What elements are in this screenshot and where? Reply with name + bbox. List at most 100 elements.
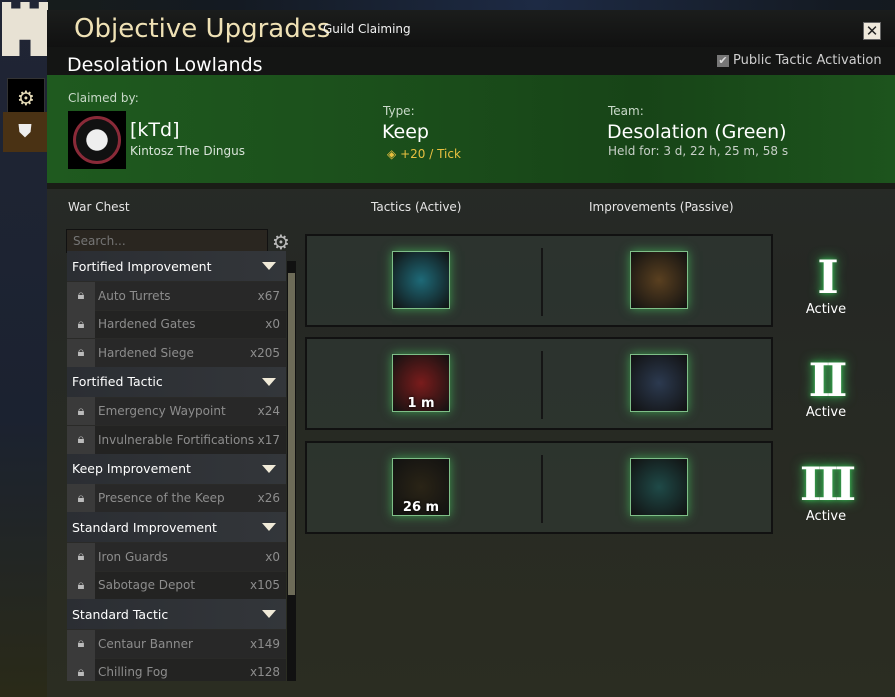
item-count: x24 [257, 404, 280, 419]
tier-numeral: III [799, 457, 857, 511]
tick-income: ◈ +20 / Tick [387, 147, 461, 161]
tactic-timer: 1 m [407, 396, 435, 411]
collapse-arrow-icon[interactable] [262, 464, 276, 473]
tier-numeral: I [817, 250, 839, 304]
tick-unit: / Tick [429, 147, 461, 161]
guild-emblem [68, 111, 126, 169]
lock-icon: 🔒︎ [67, 658, 95, 681]
divider [541, 455, 543, 523]
item-name: Invulnerable Fortifications [98, 432, 255, 447]
item-count: x205 [249, 345, 280, 360]
side-tabs: ⚙ ⛊ [0, 0, 48, 697]
list-item[interactable]: 🔒︎ Auto Turrets x67 [67, 281, 286, 310]
lock-icon: 🔒︎ [67, 338, 95, 367]
list-item[interactable]: 🔒︎ Invulnerable Fortifications x17 [67, 425, 286, 454]
collapse-arrow-icon[interactable] [262, 610, 276, 618]
lock-icon: 🔒︎ [67, 629, 95, 658]
item-name: Chilling Fog [98, 665, 168, 680]
tier-status: Active [805, 302, 847, 317]
item-name: Sabotage Depot [98, 578, 196, 593]
objective-upgrades-window: Objective Upgrades Guild Claiming ✕ Deso… [47, 10, 895, 697]
category-label: Keep Improvement [72, 461, 191, 476]
war-chest-header: War Chest [68, 200, 130, 214]
tier-status: Active [805, 509, 847, 524]
divider [541, 351, 543, 419]
public-tactic-activation-checkbox[interactable]: ✔ Public Tactic Activation [717, 53, 882, 68]
category-header[interactable]: Keep Improvement [67, 453, 286, 484]
checkbox-icon[interactable]: ✔ [717, 54, 729, 67]
item-name: Centaur Banner [98, 636, 193, 651]
tactics-header: Tactics (Active) [371, 200, 462, 214]
tier-row: 1 m [305, 337, 773, 430]
lock-icon: 🔒︎ [67, 484, 95, 513]
lock-icon: 🔒︎ [67, 542, 95, 571]
improvement-slot[interactable] [630, 354, 688, 412]
collapse-arrow-icon[interactable] [262, 523, 276, 531]
item-count: x26 [257, 491, 280, 506]
checkbox-label: Public Tactic Activation [733, 53, 882, 68]
tactic-slot[interactable]: 1 m [392, 354, 450, 412]
tier-status: Active [805, 405, 847, 420]
item-count: x67 [257, 288, 280, 303]
item-name: Hardened Siege [98, 345, 194, 360]
category-header[interactable]: Fortified Improvement [67, 251, 286, 281]
tier-numeral: II [808, 353, 847, 407]
war-chest-list: Fortified Improvement 🔒︎ Auto Turrets x67 🔒︎… [67, 251, 286, 681]
list-item[interactable]: 🔒︎ Chilling Fog x128 [67, 657, 286, 681]
lock-icon: 🔒︎ [67, 397, 95, 426]
lock-icon: 🔒︎ [67, 310, 95, 339]
tier-indicator: III Active [795, 459, 857, 524]
category-label: Fortified Improvement [72, 258, 212, 274]
item-name: Auto Turrets [98, 288, 171, 303]
tier-indicator: I Active [795, 252, 857, 317]
item-count: x0 [265, 549, 280, 564]
list-item[interactable]: 🔒︎ Emergency Waypoint x24 [67, 396, 286, 426]
improvements-header: Improvements (Passive) [589, 200, 734, 214]
item-count: x105 [249, 578, 280, 593]
category-header[interactable]: Fortified Tactic [67, 366, 286, 397]
scrollbar-thumb[interactable] [288, 273, 295, 595]
tick-amount: +20 [400, 147, 426, 161]
guild-name: Kintosz The Dingus [130, 144, 246, 158]
improvement-slot[interactable] [630, 458, 688, 516]
list-item[interactable]: 🔒︎ Iron Guards x0 [67, 542, 286, 571]
collapse-arrow-icon[interactable] [262, 262, 276, 270]
tactic-slot[interactable] [392, 251, 450, 309]
list-item[interactable]: 🔒︎ Sabotage Depot x105 [67, 570, 286, 600]
tier-row [305, 234, 773, 327]
item-count: x0 [265, 317, 280, 332]
type-label: Type: [383, 104, 415, 118]
tier-row: 26 m [305, 441, 773, 534]
tower-icon [2, 2, 48, 56]
team-label: Team: [608, 104, 644, 118]
lock-icon: 🔒︎ [67, 425, 95, 454]
list-item[interactable]: 🔒︎ Hardened Gates x0 [67, 309, 286, 339]
category-label: Fortified Tactic [72, 374, 163, 389]
objective-type: Keep [382, 121, 429, 143]
category-label: Standard Improvement [72, 519, 217, 535]
improvement-slot[interactable] [630, 251, 688, 309]
close-icon[interactable]: ✕ [863, 22, 881, 40]
item-count: x17 [257, 432, 280, 447]
item-name: Presence of the Keep [98, 491, 225, 506]
collapse-arrow-icon[interactable] [262, 377, 276, 386]
category-header[interactable]: Standard Improvement [67, 512, 286, 542]
tactic-slot[interactable]: 26 m [392, 458, 450, 516]
team-name: Desolation (Green) [607, 121, 787, 143]
tactic-timer: 26 m [402, 500, 440, 515]
search-input[interactable] [66, 229, 268, 253]
window-title: Objective Upgrades [74, 14, 331, 44]
held-for: Held for: 3 d, 22 h, 25 m, 58 s [608, 144, 789, 158]
list-item[interactable]: 🔒︎ Centaur Banner x149 [67, 629, 286, 658]
guild-claim-tab[interactable]: ⛊ [3, 112, 47, 152]
supply-icon: ◈ [387, 147, 397, 161]
list-item[interactable]: 🔒︎ Presence of the Keep x26 [67, 483, 286, 513]
divider [541, 248, 543, 316]
list-item[interactable]: 🔒︎ Hardened Siege x205 [67, 338, 286, 367]
tier-indicator: II Active [795, 355, 857, 420]
category-header[interactable]: Standard Tactic [67, 599, 286, 629]
claimed-by-label: Claimed by: [68, 91, 139, 105]
unicorn-emblem-icon [73, 116, 121, 164]
guild-tag: [kTd] [130, 119, 180, 141]
tab-guild-claiming[interactable]: Guild Claiming [323, 22, 411, 36]
